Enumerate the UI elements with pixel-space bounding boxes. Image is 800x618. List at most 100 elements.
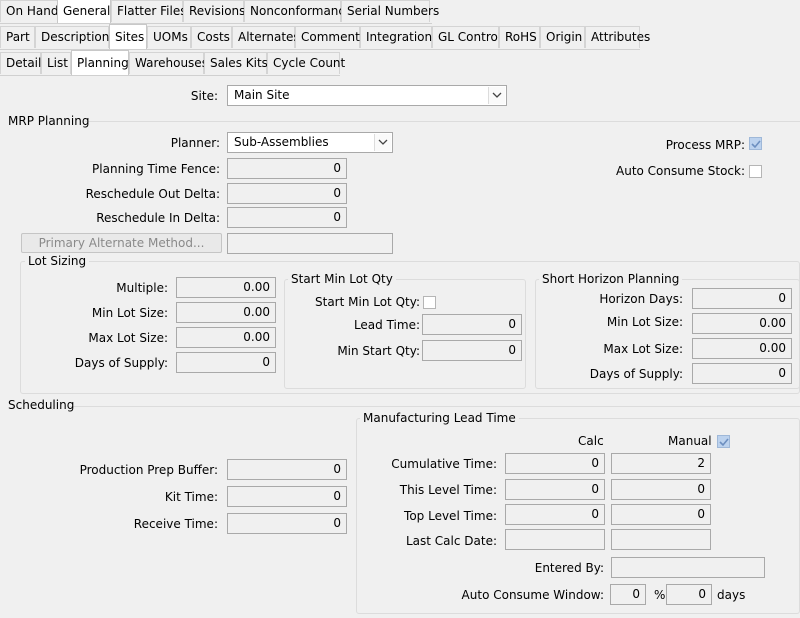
- tab-comments[interactable]: Comments: [295, 26, 366, 48]
- top-level-time-calc-field[interactable]: 0: [505, 504, 605, 525]
- auto-consume-window-days-field[interactable]: 0: [666, 584, 712, 605]
- cumulative-time-manual-field[interactable]: 2: [611, 453, 711, 474]
- tab-revisions[interactable]: Revisions: [183, 0, 245, 22]
- planner-select[interactable]: Sub-Assemblies: [227, 132, 393, 153]
- short-horizon-min-lot-size-field[interactable]: 0.00: [692, 313, 792, 334]
- start-min-lot-qty-title: Start Min Lot Qty: [288, 272, 396, 286]
- this-level-time-calc-field[interactable]: 0: [505, 479, 605, 500]
- manual-checkbox[interactable]: [717, 435, 730, 448]
- top-level-time-label: Top Level Time:: [404, 509, 497, 523]
- tab-planning[interactable]: Planning: [71, 50, 129, 75]
- planning-time-fence-field[interactable]: 0: [227, 158, 347, 179]
- checkmark-icon: [751, 140, 761, 149]
- site-label: Site:: [190, 89, 218, 103]
- tab-alternates[interactable]: Alternates: [232, 26, 300, 48]
- reschedule-out-delta-field[interactable]: 0: [227, 183, 347, 204]
- tab-flatter-files[interactable]: Flatter Files: [111, 0, 186, 22]
- auto-consume-window-percent-field[interactable]: 0: [610, 584, 646, 605]
- short-horizon-days-of-supply-field[interactable]: 0: [692, 363, 792, 384]
- production-prep-buffer-field[interactable]: 0: [227, 459, 347, 480]
- planning-time-fence-label: Planning Time Fence:: [92, 162, 220, 176]
- horizon-days-field[interactable]: 0: [692, 288, 792, 309]
- tab-descriptions[interactable]: Descriptions: [35, 26, 116, 48]
- max-lot-size-label: Max Lot Size:: [88, 331, 168, 345]
- tab-sites[interactable]: Sites: [109, 24, 147, 49]
- top-level-time-manual-field[interactable]: 0: [611, 504, 711, 525]
- tab-gl-control[interactable]: GL Control: [432, 26, 501, 48]
- last-calc-date-calc-field[interactable]: [505, 529, 605, 550]
- tab-part[interactable]: Part: [0, 26, 35, 48]
- chevron-down-icon[interactable]: [374, 134, 391, 151]
- reschedule-in-delta-field[interactable]: 0: [227, 207, 347, 228]
- tab-sales-kits[interactable]: Sales Kits: [204, 52, 268, 74]
- entered-by-label: Entered By:: [534, 561, 604, 575]
- tab-detail[interactable]: Detail: [0, 52, 41, 74]
- tab-warehouses[interactable]: Warehouses: [129, 52, 208, 74]
- tab-general[interactable]: General: [57, 0, 111, 23]
- chevron-down-icon[interactable]: [488, 87, 505, 104]
- multiple-label: Multiple:: [116, 281, 168, 295]
- tabs-row-3: Detail List Planning Warehouses Sales Ki…: [0, 50, 345, 76]
- max-lot-size-field[interactable]: 0.00: [176, 327, 276, 348]
- scheduling-divider: [70, 406, 800, 407]
- start-min-lot-qty-checkbox[interactable]: [423, 296, 436, 309]
- process-mrp-label: Process MRP:: [665, 138, 745, 152]
- manual-column-header: Manual: [668, 434, 712, 448]
- primary-alternate-method-field[interactable]: [227, 233, 393, 254]
- tab-integrations[interactable]: Integrations: [360, 26, 438, 48]
- kit-time-field[interactable]: 0: [227, 486, 347, 507]
- auto-consume-stock-label: Auto Consume Stock:: [616, 164, 745, 178]
- tab-list[interactable]: List: [41, 52, 71, 74]
- primary-alternate-method-button[interactable]: Primary Alternate Method...: [21, 233, 222, 253]
- mrp-planning-title: MRP Planning: [8, 114, 90, 128]
- cumulative-time-calc-field[interactable]: 0: [505, 453, 605, 474]
- short-horizon-min-lot-size-label: Min Lot Size:: [606, 315, 683, 329]
- tabs-row-1: On Hand General Flatter Files Revisions …: [0, 0, 439, 24]
- process-mrp-checkbox[interactable]: [749, 137, 762, 150]
- cumulative-time-label: Cumulative Time:: [391, 457, 497, 471]
- short-horizon-max-lot-size-label: Max Lot Size:: [603, 342, 683, 356]
- horizon-days-label: Horizon Days:: [599, 292, 683, 306]
- this-level-time-manual-field[interactable]: 0: [611, 479, 711, 500]
- last-calc-date-manual-field[interactable]: [611, 529, 711, 550]
- auto-consume-window-label: Auto Consume Window:: [461, 588, 604, 602]
- tab-rohs[interactable]: RoHS: [499, 26, 540, 48]
- last-calc-date-label: Last Calc Date:: [405, 534, 497, 548]
- tab-cycle-count[interactable]: Cycle Count: [267, 52, 345, 74]
- tab-on-hand[interactable]: On Hand: [0, 0, 58, 22]
- auto-consume-stock-checkbox[interactable]: [749, 165, 762, 178]
- checkmark-icon: [719, 438, 729, 447]
- tabs-row-2: Part Descriptions Sites UOMs Costs Alter…: [0, 24, 650, 50]
- tab-nonconformance[interactable]: Nonconformance: [244, 0, 352, 22]
- days-of-supply-field[interactable]: 0: [176, 352, 276, 373]
- entered-by-field[interactable]: [611, 557, 765, 578]
- calc-column-header: Calc: [578, 434, 604, 448]
- reschedule-in-delta-label: Reschedule In Delta:: [96, 211, 220, 225]
- receive-time-field[interactable]: 0: [227, 513, 347, 534]
- reschedule-out-delta-label: Reschedule Out Delta:: [85, 187, 220, 201]
- tab-attributes[interactable]: Attributes: [585, 26, 650, 48]
- lead-time-label: Lead Time:: [353, 318, 420, 332]
- receive-time-label: Receive Time:: [133, 517, 218, 531]
- scheduling-title: Scheduling: [8, 398, 75, 412]
- site-select-value: Main Site: [234, 88, 290, 102]
- percent-unit: %: [654, 588, 666, 602]
- short-horizon-max-lot-size-field[interactable]: 0.00: [692, 338, 792, 359]
- tab-serial-numbers[interactable]: Serial Numbers: [341, 0, 439, 22]
- tab-origin[interactable]: Origin: [540, 26, 585, 48]
- lead-time-field[interactable]: 0: [422, 314, 522, 335]
- multiple-field[interactable]: 0.00: [176, 277, 276, 298]
- days-of-supply-label: Days of Supply:: [74, 356, 168, 370]
- min-start-qty-label: Min Start Qty:: [337, 344, 420, 358]
- min-lot-size-label: Min Lot Size:: [91, 306, 168, 320]
- kit-time-label: Kit Time:: [164, 490, 218, 504]
- site-select[interactable]: Main Site: [227, 85, 507, 106]
- tab-uoms[interactable]: UOMs: [147, 26, 191, 48]
- short-horizon-days-of-supply-label: Days of Supply:: [589, 367, 683, 381]
- min-lot-size-field[interactable]: 0.00: [176, 302, 276, 323]
- planner-select-value: Sub-Assemblies: [234, 135, 329, 149]
- days-unit: days: [717, 588, 746, 602]
- tab-costs[interactable]: Costs: [191, 26, 232, 48]
- min-start-qty-field[interactable]: 0: [422, 340, 522, 361]
- lot-sizing-title: Lot Sizing: [25, 254, 90, 268]
